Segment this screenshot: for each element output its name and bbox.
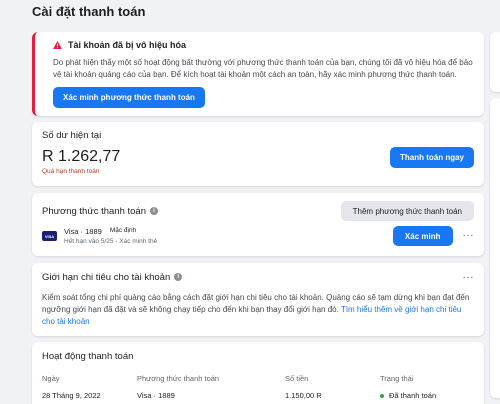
- verify-payment-method-button[interactable]: Xác minh phương thức thanh toán: [53, 87, 205, 108]
- info-icon[interactable]: i: [174, 273, 183, 282]
- warning-icon: [53, 41, 62, 49]
- spending-limit-description: Kiểm soát tổng chi phí quảng cáo bằng cá…: [42, 292, 474, 328]
- default-badge: Mặc định: [109, 227, 137, 234]
- balance-card: Số dư hiện tại R 1.262,77 Quá hạn thanh …: [32, 122, 484, 186]
- balance-amount: R 1.262,77: [42, 148, 121, 165]
- row-method: Visa · 1889: [137, 391, 175, 400]
- spending-limit-card: Giới hạn chi tiêu cho tài khoản i ··· Kiể…: [32, 263, 484, 336]
- status-dot: [380, 394, 384, 399]
- payment-activity-table: Ngày Phương thức thanh toán Số tiền Trạn…: [42, 370, 474, 404]
- payment-activity-title: Hoạt động thanh toán: [42, 351, 134, 362]
- verify-card-button[interactable]: Xác minh: [392, 226, 453, 246]
- row-date: 28 Tháng 9, 2022: [42, 391, 101, 400]
- page-title: Cài đặt thanh toán: [32, 4, 146, 19]
- payment-activity-card: Hoạt động thanh toán Ngày Phương thức th…: [32, 342, 484, 404]
- row-status-label: Đã thanh toán: [389, 391, 437, 400]
- more-icon[interactable]: ···: [463, 231, 475, 241]
- table-row[interactable]: 28 Tháng 9, 2022 Visa · 1889 1.150,00 R …: [42, 387, 474, 404]
- card-expiry: Hết hạn vào 5/25 · Xác minh thẻ: [64, 238, 158, 245]
- spending-limit-heading: Giới hạn chi tiêu cho tài khoản i: [42, 272, 183, 283]
- payment-methods-title: Phương thức thanh toán: [42, 205, 146, 217]
- row-amount: 1.150,00 R: [285, 391, 322, 400]
- balance-title: Số dư hiện tại: [42, 130, 102, 141]
- spending-limit-title: Giới hạn chi tiêu cho tài khoản: [42, 272, 171, 283]
- add-payment-method-button[interactable]: Thêm phương thức thanh toán: [340, 201, 474, 221]
- side-panel: [490, 32, 500, 92]
- card-name: Visa · 1889: [64, 227, 102, 236]
- alert-title: Tài khoản đã bị vô hiệu hóa: [68, 40, 187, 50]
- column-header-amount: Số tiền: [285, 374, 309, 383]
- alert-body: Do phát hiện thấy một số hoạt động bất t…: [53, 58, 473, 79]
- side-panel: [490, 98, 500, 398]
- column-header-date: Ngày: [42, 374, 60, 383]
- info-icon[interactable]: i: [150, 206, 158, 215]
- payment-methods-card: Phương thức thanh toán i Thêm phương thức…: [32, 193, 484, 256]
- pay-now-button[interactable]: Thanh toán ngay: [390, 147, 474, 168]
- row-status: Đã thanh toán: [380, 391, 474, 400]
- column-header-method: Phương thức thanh toán: [137, 374, 220, 383]
- overdue-status: Quá hạn thanh toán: [42, 168, 100, 175]
- table-header: Ngày Phương thức thanh toán Số tiền Trạn…: [42, 370, 474, 387]
- column-header-status: Trạng thái: [380, 374, 414, 383]
- payment-method-row: VISA Visa · 1889 Mặc định Hết hạn vào 5/…: [42, 226, 474, 246]
- account-disabled-alert: Tài khoản đã bị vô hiệu hóa Do phát hiện…: [32, 32, 484, 116]
- visa-logo: VISA: [42, 231, 57, 241]
- more-icon[interactable]: ···: [463, 272, 475, 283]
- payment-methods-heading: Phương thức thanh toán i: [42, 206, 158, 217]
